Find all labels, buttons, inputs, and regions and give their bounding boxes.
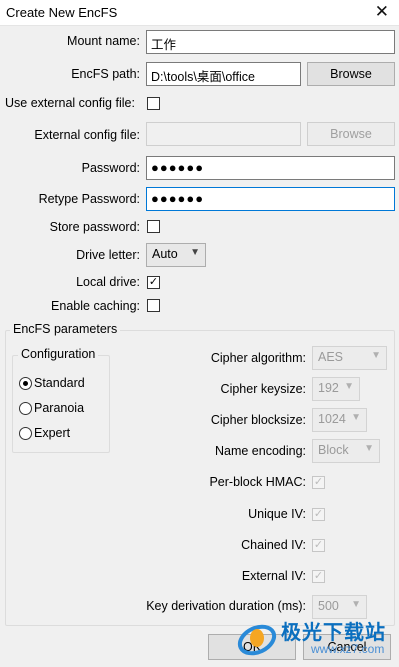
browse-config-button[interactable]: Browse (307, 122, 395, 146)
unique-iv-checkbox[interactable]: ✓ (312, 508, 325, 521)
store-password-label: Store password: (49, 220, 140, 234)
ok-button[interactable]: OK (208, 634, 296, 660)
radio-paranoia[interactable] (19, 402, 32, 415)
external-config-input[interactable] (146, 122, 301, 146)
chevron-down-icon: ▼ (364, 443, 374, 454)
local-drive-checkbox[interactable]: ✓ (147, 276, 160, 289)
cipher-algorithm-label: Cipher algorithm: (210, 351, 306, 365)
local-drive-label: Local drive: (76, 275, 140, 289)
cipher-blocksize-label: Cipher blocksize: (210, 413, 306, 427)
radio-standard-label[interactable]: Standard (34, 376, 85, 390)
use-external-config-checkbox[interactable] (147, 97, 160, 110)
chained-iv-label: Chained IV: (241, 538, 306, 552)
cancel-button[interactable]: Cancel (303, 634, 391, 660)
password-label: Password: (81, 161, 140, 175)
key-derivation-label: Key derivation duration (ms): (146, 599, 306, 613)
per-block-hmac-checkbox[interactable]: ✓ (312, 476, 325, 489)
key-derivation-value: 500 (318, 599, 339, 613)
cipher-algorithm-value: AES (318, 350, 344, 364)
encfs-path-label: EncFS path: (71, 67, 140, 81)
name-encoding-select[interactable]: Block ▼ (312, 439, 380, 463)
chevron-down-icon: ▼ (344, 381, 354, 392)
password-input[interactable]: ●●●●●● (146, 156, 395, 180)
cipher-blocksize-value: 1024 (318, 412, 346, 426)
drive-letter-value: Auto (152, 247, 178, 261)
browse-path-button[interactable]: Browse (307, 62, 395, 86)
name-encoding-label: Name encoding: (214, 444, 306, 458)
chevron-down-icon: ▼ (190, 247, 200, 258)
cipher-keysize-select[interactable]: 192 ▼ (312, 377, 360, 401)
cipher-blocksize-select[interactable]: 1024 ▼ (312, 408, 367, 432)
encfs-path-input[interactable]: D:\tools\桌面\office (146, 62, 301, 86)
drive-letter-label: Drive letter: (76, 248, 140, 262)
chevron-down-icon: ▼ (351, 599, 361, 610)
radio-paranoia-label[interactable]: Paranoia (34, 401, 84, 415)
radio-expert-label[interactable]: Expert (34, 426, 70, 440)
cipher-algorithm-select[interactable]: AES ▼ (312, 346, 387, 370)
mount-name-label: Mount name: (67, 34, 140, 48)
title-bar: Create New EncFS ✕ (0, 0, 399, 26)
close-icon[interactable]: ✕ (375, 2, 389, 22)
enable-caching-checkbox[interactable] (147, 299, 160, 312)
external-iv-label: External IV: (241, 569, 306, 583)
store-password-checkbox[interactable] (147, 220, 160, 233)
external-config-label: External config file: (34, 128, 140, 142)
name-encoding-value: Block (318, 443, 349, 457)
enable-caching-label: Enable caching: (51, 299, 140, 313)
external-iv-checkbox[interactable]: ✓ (312, 570, 325, 583)
unique-iv-label: Unique IV: (248, 507, 306, 521)
chevron-down-icon: ▼ (351, 412, 361, 423)
drive-letter-select[interactable]: Auto ▼ (146, 243, 206, 267)
cipher-keysize-value: 192 (318, 381, 339, 395)
cipher-keysize-label: Cipher keysize: (220, 382, 306, 396)
window-title: Create New EncFS (6, 5, 118, 20)
chevron-down-icon: ▼ (371, 350, 381, 361)
retype-password-label: Retype Password: (38, 192, 140, 206)
per-block-hmac-label: Per-block HMAC: (209, 475, 306, 489)
key-derivation-select[interactable]: 500 ▼ (312, 595, 367, 619)
retype-password-input[interactable]: ●●●●●● (146, 187, 395, 211)
radio-standard[interactable] (19, 377, 32, 390)
encfs-parameters-title: EncFS parameters (10, 322, 121, 336)
radio-expert[interactable] (19, 427, 32, 440)
chained-iv-checkbox[interactable]: ✓ (312, 539, 325, 552)
mount-name-input[interactable]: 工作 (146, 30, 395, 54)
use-external-config-label: Use external config file: (5, 96, 135, 110)
configuration-title: Configuration (18, 347, 99, 361)
